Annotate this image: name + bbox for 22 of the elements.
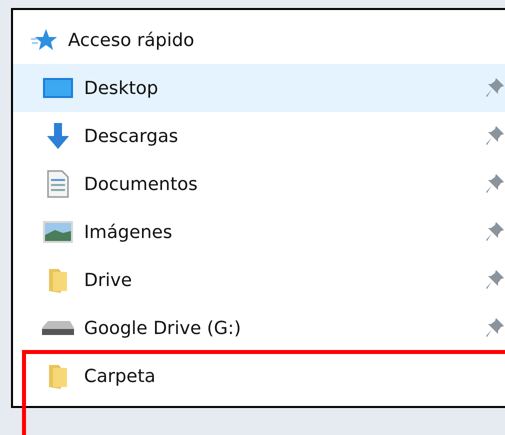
pin-icon[interactable] [486,318,504,338]
folder-item[interactable]: Desktop [13,64,505,112]
document-icon [47,170,69,198]
pin-icon[interactable] [486,270,504,290]
folder-item[interactable]: Documentos [13,160,505,208]
down-arrow-icon [45,123,71,149]
pin-icon[interactable] [486,222,504,242]
folder-icon [47,363,69,389]
pin-icon[interactable] [486,78,504,98]
quick-access-item[interactable]: Acceso rápido [13,16,505,64]
image-icon [43,221,73,243]
drive-icon [42,321,74,335]
folder-item[interactable]: Carpeta [13,352,505,400]
folder-item[interactable]: Imágenes [13,208,505,256]
star-icon [31,28,57,52]
folder-item[interactable]: Drive [13,256,505,304]
folder-icon [47,267,69,293]
folder-item[interactable]: Descargas [13,112,505,160]
monitor-icon [43,78,73,98]
folder-item[interactable]: Google Drive (G:) [13,304,505,352]
pin-icon[interactable] [486,174,504,194]
pin-icon[interactable] [486,126,504,146]
